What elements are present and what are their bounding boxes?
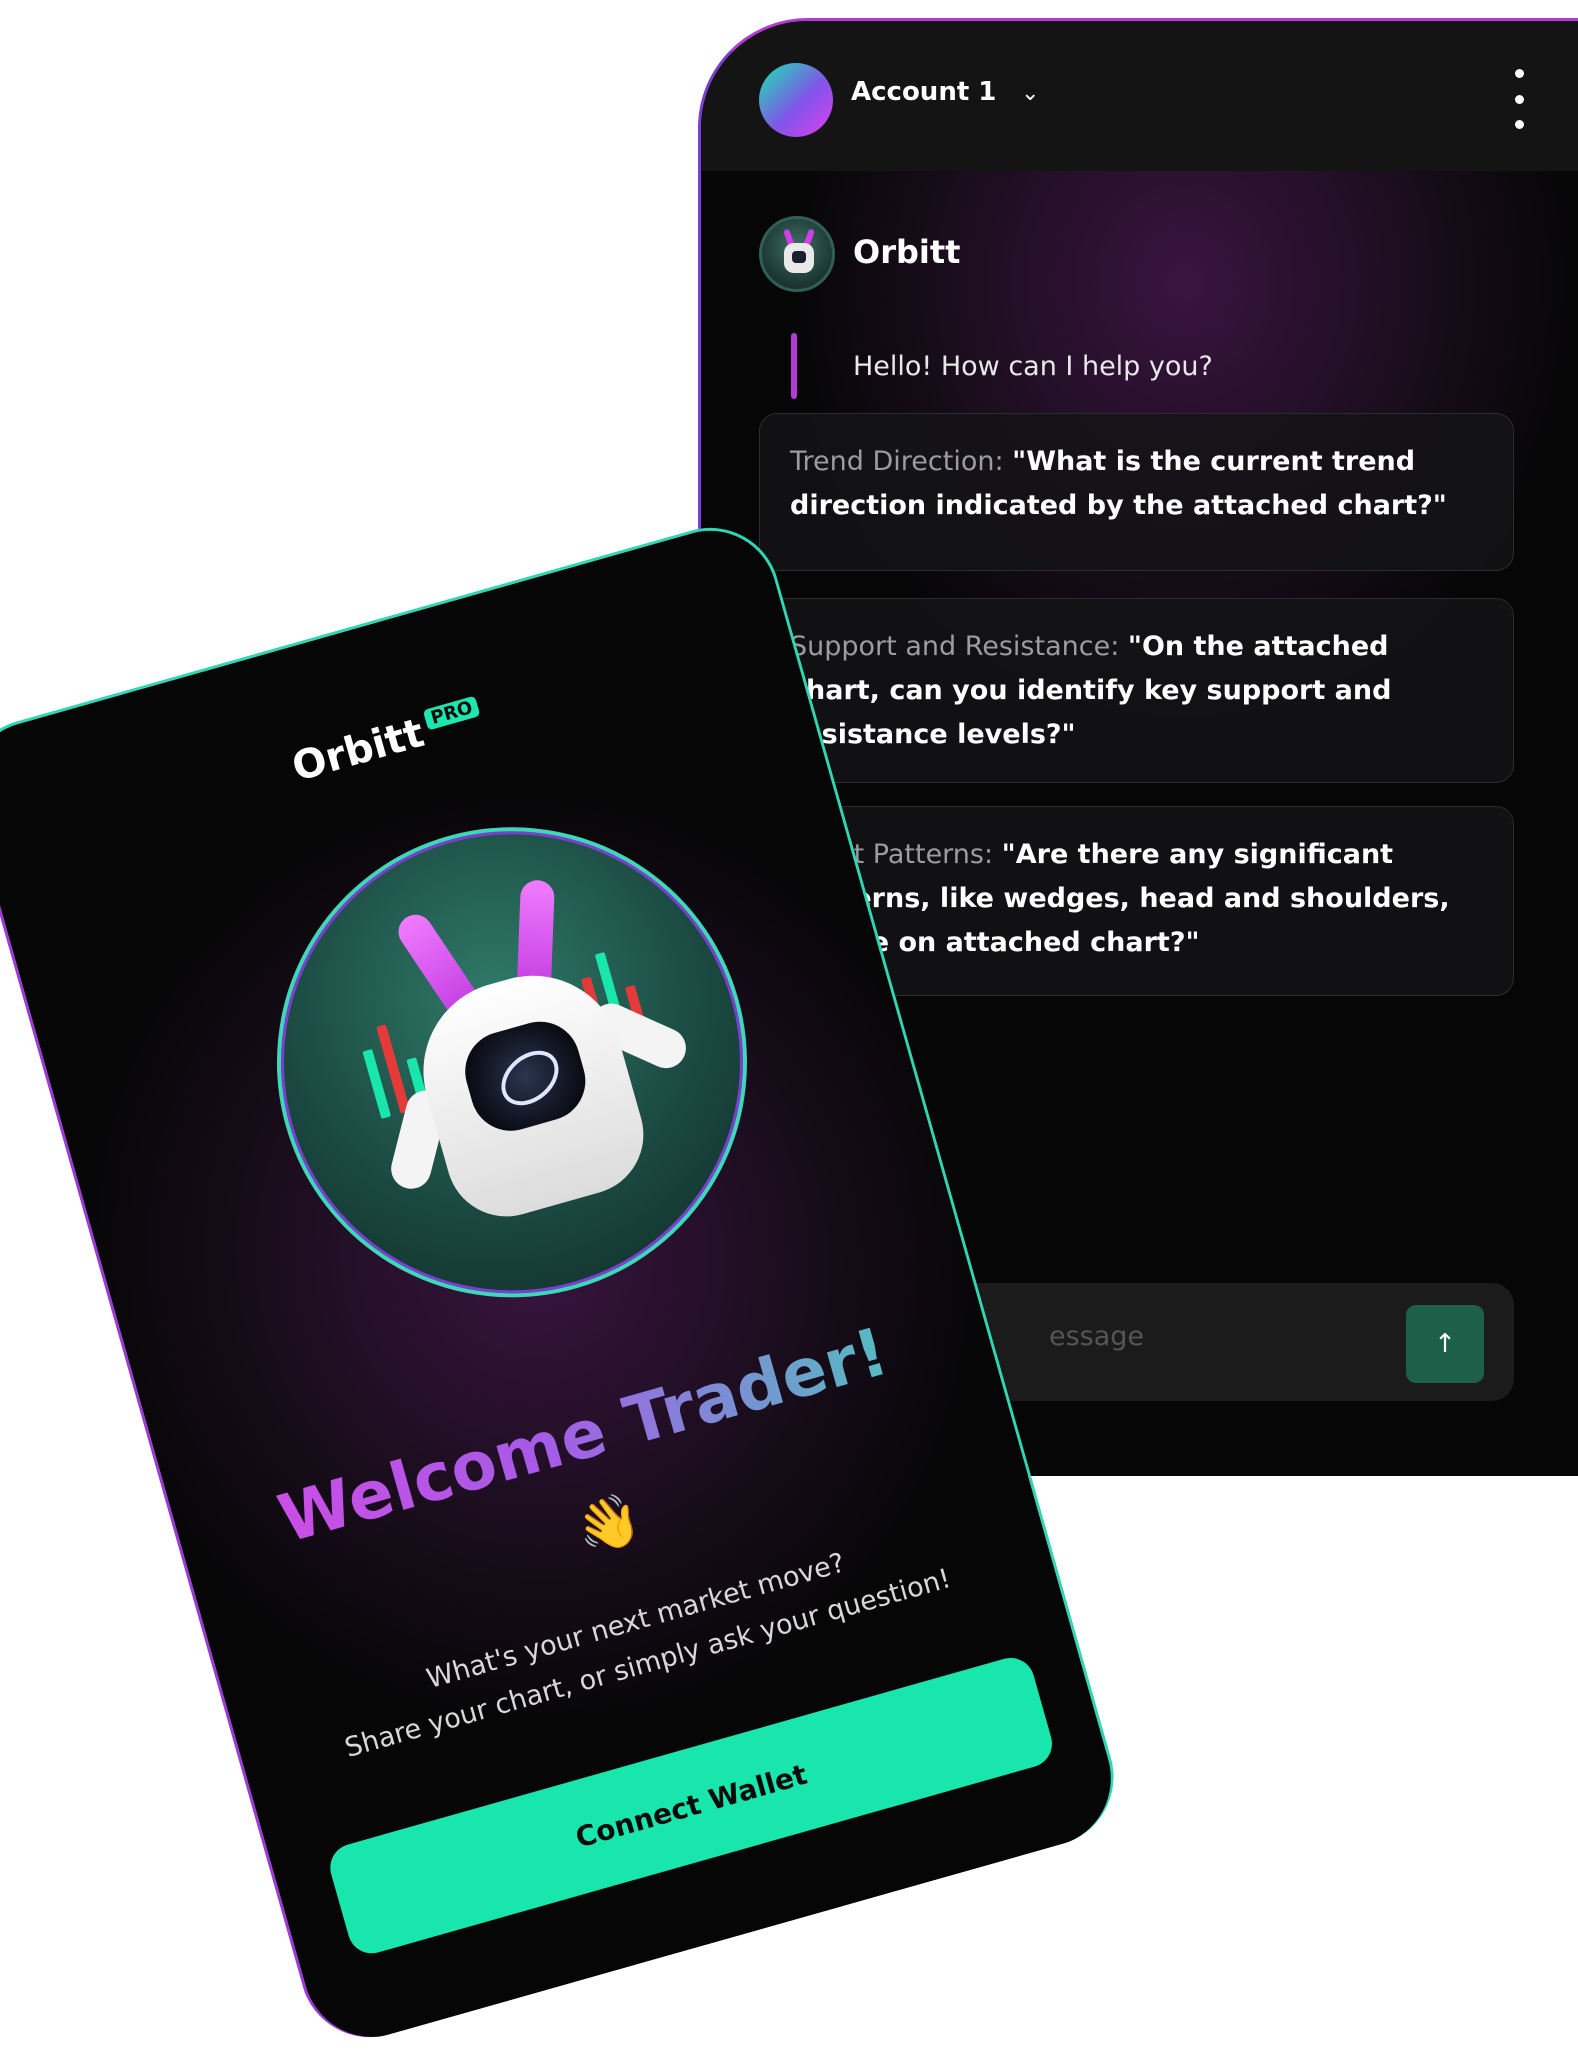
robot-visor [455, 1012, 595, 1141]
account-selector-label[interactable]: Account 1 [851, 77, 996, 107]
suggested-prompt-card[interactable]: Trend Direction: "What is the current tr… [759, 413, 1514, 571]
bot-name: Orbitt [853, 233, 961, 271]
prompt-keyword: Trend Direction: [790, 446, 1013, 477]
bot-avatar [759, 216, 835, 292]
brand-logo: OrbittPRO [0, 607, 795, 878]
bot-greeting-message: Hello! How can I help you? [853, 351, 1213, 382]
message-input-placeholder: essage [1049, 1321, 1145, 1352]
brand-name: Orbitt [287, 710, 429, 791]
pro-badge: PRO [422, 695, 481, 731]
arrow-up-icon: ↑ [1434, 1329, 1456, 1359]
send-button[interactable]: ↑ [1406, 1305, 1484, 1383]
suggested-prompt-card[interactable]: Support and Resistance: "On the attached… [759, 598, 1514, 783]
message-accent-bar [791, 333, 797, 399]
robot-mascot-illustration [221, 772, 803, 1353]
account-avatar[interactable] [759, 63, 833, 137]
chevron-down-icon[interactable]: ⌄ [1021, 81, 1039, 106]
prompt-keyword: Support and Resistance: [790, 631, 1128, 662]
chat-header: Account 1 ⌄ [701, 21, 1578, 171]
more-options-icon[interactable] [1513, 69, 1525, 129]
